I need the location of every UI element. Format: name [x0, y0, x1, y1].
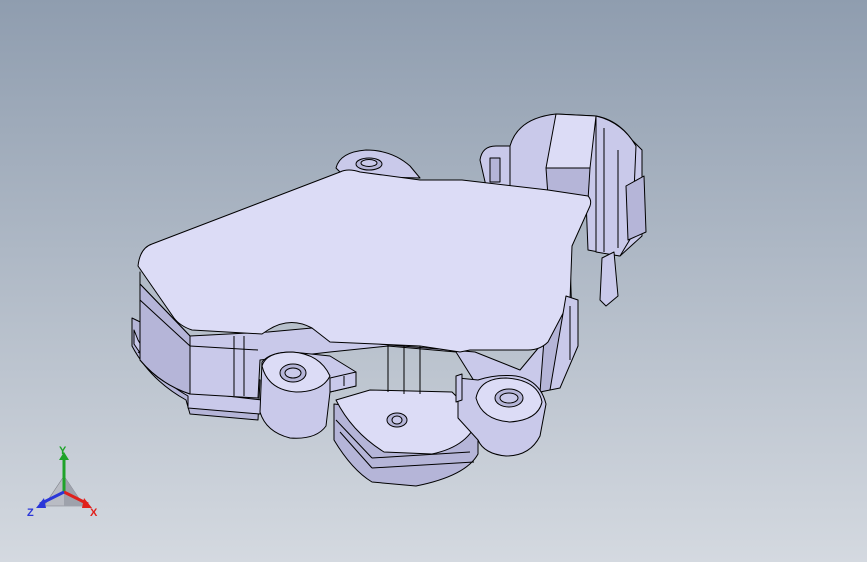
z-axis-label: Z — [27, 507, 34, 519]
rear-clip[interactable] — [479, 145, 513, 187]
cad-scene[interactable] — [0, 0, 867, 562]
y-axis-label: Y — [59, 446, 67, 457]
z-axis-arrow — [36, 498, 46, 508]
axis-triad: Y X Z — [27, 446, 98, 519]
x-axis-label: X — [90, 507, 98, 519]
cad-viewport[interactable]: Y X Z — [0, 0, 867, 562]
